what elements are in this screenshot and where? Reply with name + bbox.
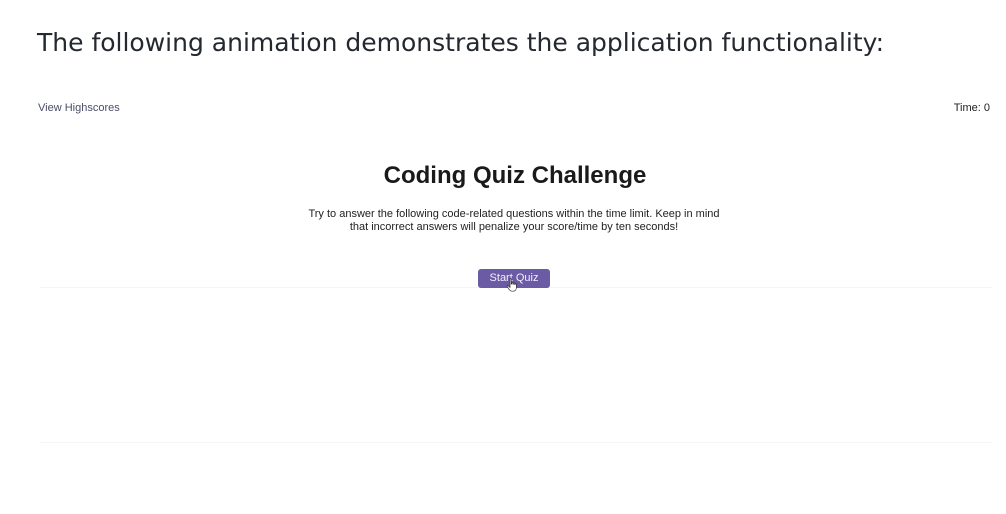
intro-sentence: The following animation demonstrates the… — [37, 28, 885, 57]
view-highscores-link[interactable]: View Highscores — [38, 102, 120, 114]
quiz-description: Try to answer the following code-related… — [308, 208, 720, 233]
page: The following animation demonstrates the… — [0, 0, 1006, 514]
timer-display: Time: 0 — [953, 102, 990, 114]
quiz-title: Coding Quiz Challenge — [383, 162, 647, 189]
animation-frame: View Highscores Time: 0 Coding Quiz Chal… — [30, 92, 1002, 502]
divider — [40, 442, 992, 443]
hand-pointer-icon — [506, 278, 517, 292]
